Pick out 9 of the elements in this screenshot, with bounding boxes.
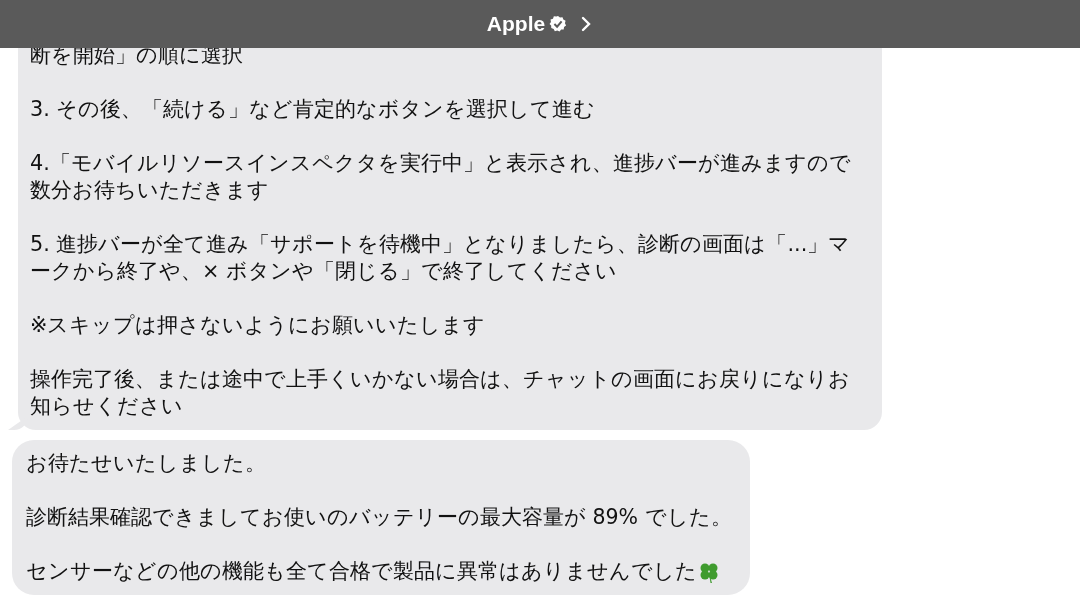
message-text: 3. その後、「続ける」など肯定的なボタンを選択して進む [30,96,597,123]
message-text: 操作完了後、または途中で上手くいかない場合は、チャットの画面にお戻りになりお知らせください [30,366,851,420]
message-text: 4.「モバイルリソースインスペクタを実行中」と表示され、進捗バーが進みますので数分お待ちいただきます [30,150,852,204]
message-text: 5. 進捗バーが全て進み「サポートを待機中」となりましたら、診断の画面は「...」マークから終了や、× ボタンや「閉じる」で終了してください [30,231,852,285]
message-text: ※スキップは押さないようにお願いいたします [30,312,487,339]
contact-name[interactable]: Apple [486,8,546,40]
message-text: 診断結果確認できましてお使いのバッテリーの最大容量が 89% でした。 [26,504,733,531]
message-text: センサーなどの他の機能も全て合格で製品に異常はありませんでした [26,558,697,585]
message-text: お待たせいたしました。 [26,450,267,477]
